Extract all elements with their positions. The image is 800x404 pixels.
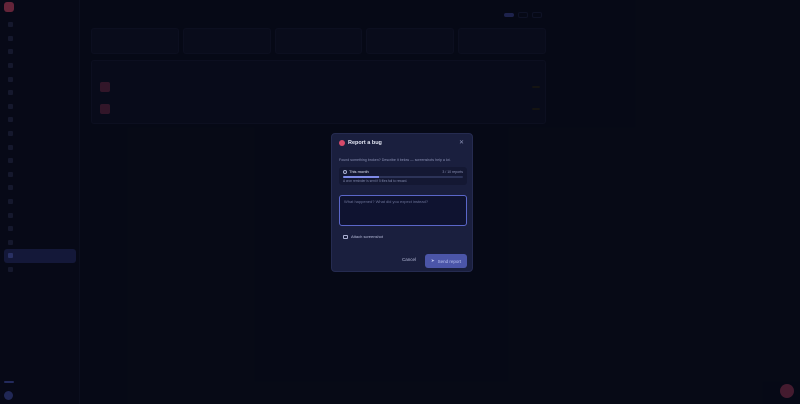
send-report-button[interactable]: ➤ Send report [425,254,467,268]
quota-count: 3 / 10 reports [442,169,463,174]
send-label: Send report [437,258,462,264]
quota-header: This month 3 / 10 reports [343,169,463,174]
quota-label-text: This month [349,169,369,174]
bug-description-input[interactable] [339,195,467,226]
monthly-quota: This month 3 / 10 reports A cron reminde… [339,167,467,185]
quota-progress-bar [343,176,463,178]
send-icon: ➤ [430,258,435,263]
bug-icon [339,140,345,146]
quota-progress-fill [343,176,379,178]
cancel-button[interactable]: Cancel [402,257,416,262]
report-bug-dialog: Report a bug ✕ Found something broken? D… [331,133,473,272]
close-icon[interactable]: ✕ [459,139,464,146]
dialog-title: Report a bug [348,140,382,146]
attach-label: Attach screenshot [351,234,384,239]
dialog-header: Report a bug [339,140,382,146]
image-icon [343,234,348,239]
clock-icon [343,169,347,174]
dialog-description: Found something broken? Describe it belo… [339,158,451,162]
attach-screenshot-button[interactable]: Attach screenshot [343,234,383,239]
quota-note: A cron reminder is sent if 5 files fail … [343,179,408,184]
quota-label: This month [343,169,369,174]
